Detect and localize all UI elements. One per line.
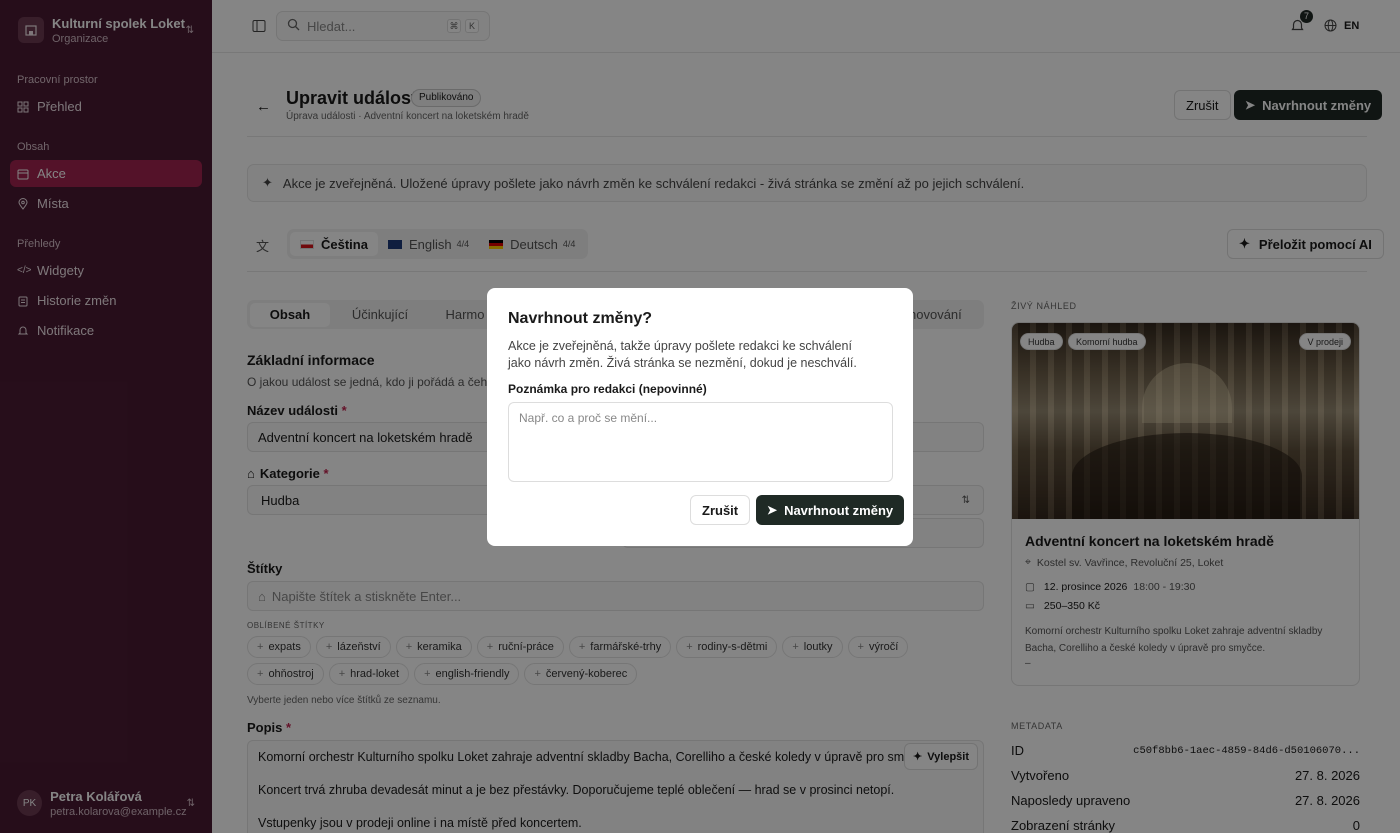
note-placeholder: Např. co a proč se mění...: [519, 411, 658, 425]
send-icon: ➤: [767, 503, 778, 517]
dialog-description: Akce je zveřejněná, takže úpravy pošlete…: [508, 339, 857, 370]
note-label: Poznámka pro redakci (nepovinné): [508, 382, 707, 396]
dialog-title: Navrhnout změny?: [508, 310, 653, 327]
dialog-submit-button[interactable]: ➤ Navrhnout změny: [756, 495, 905, 525]
note-textarea[interactable]: Např. co a proč se mění...: [508, 402, 893, 482]
submit-label: Navrhnout změny: [784, 502, 894, 518]
propose-changes-dialog: Navrhnout změny? Akce je zveřejněná, tak…: [487, 288, 913, 546]
dialog-cancel-button[interactable]: Zrušit: [690, 495, 751, 525]
